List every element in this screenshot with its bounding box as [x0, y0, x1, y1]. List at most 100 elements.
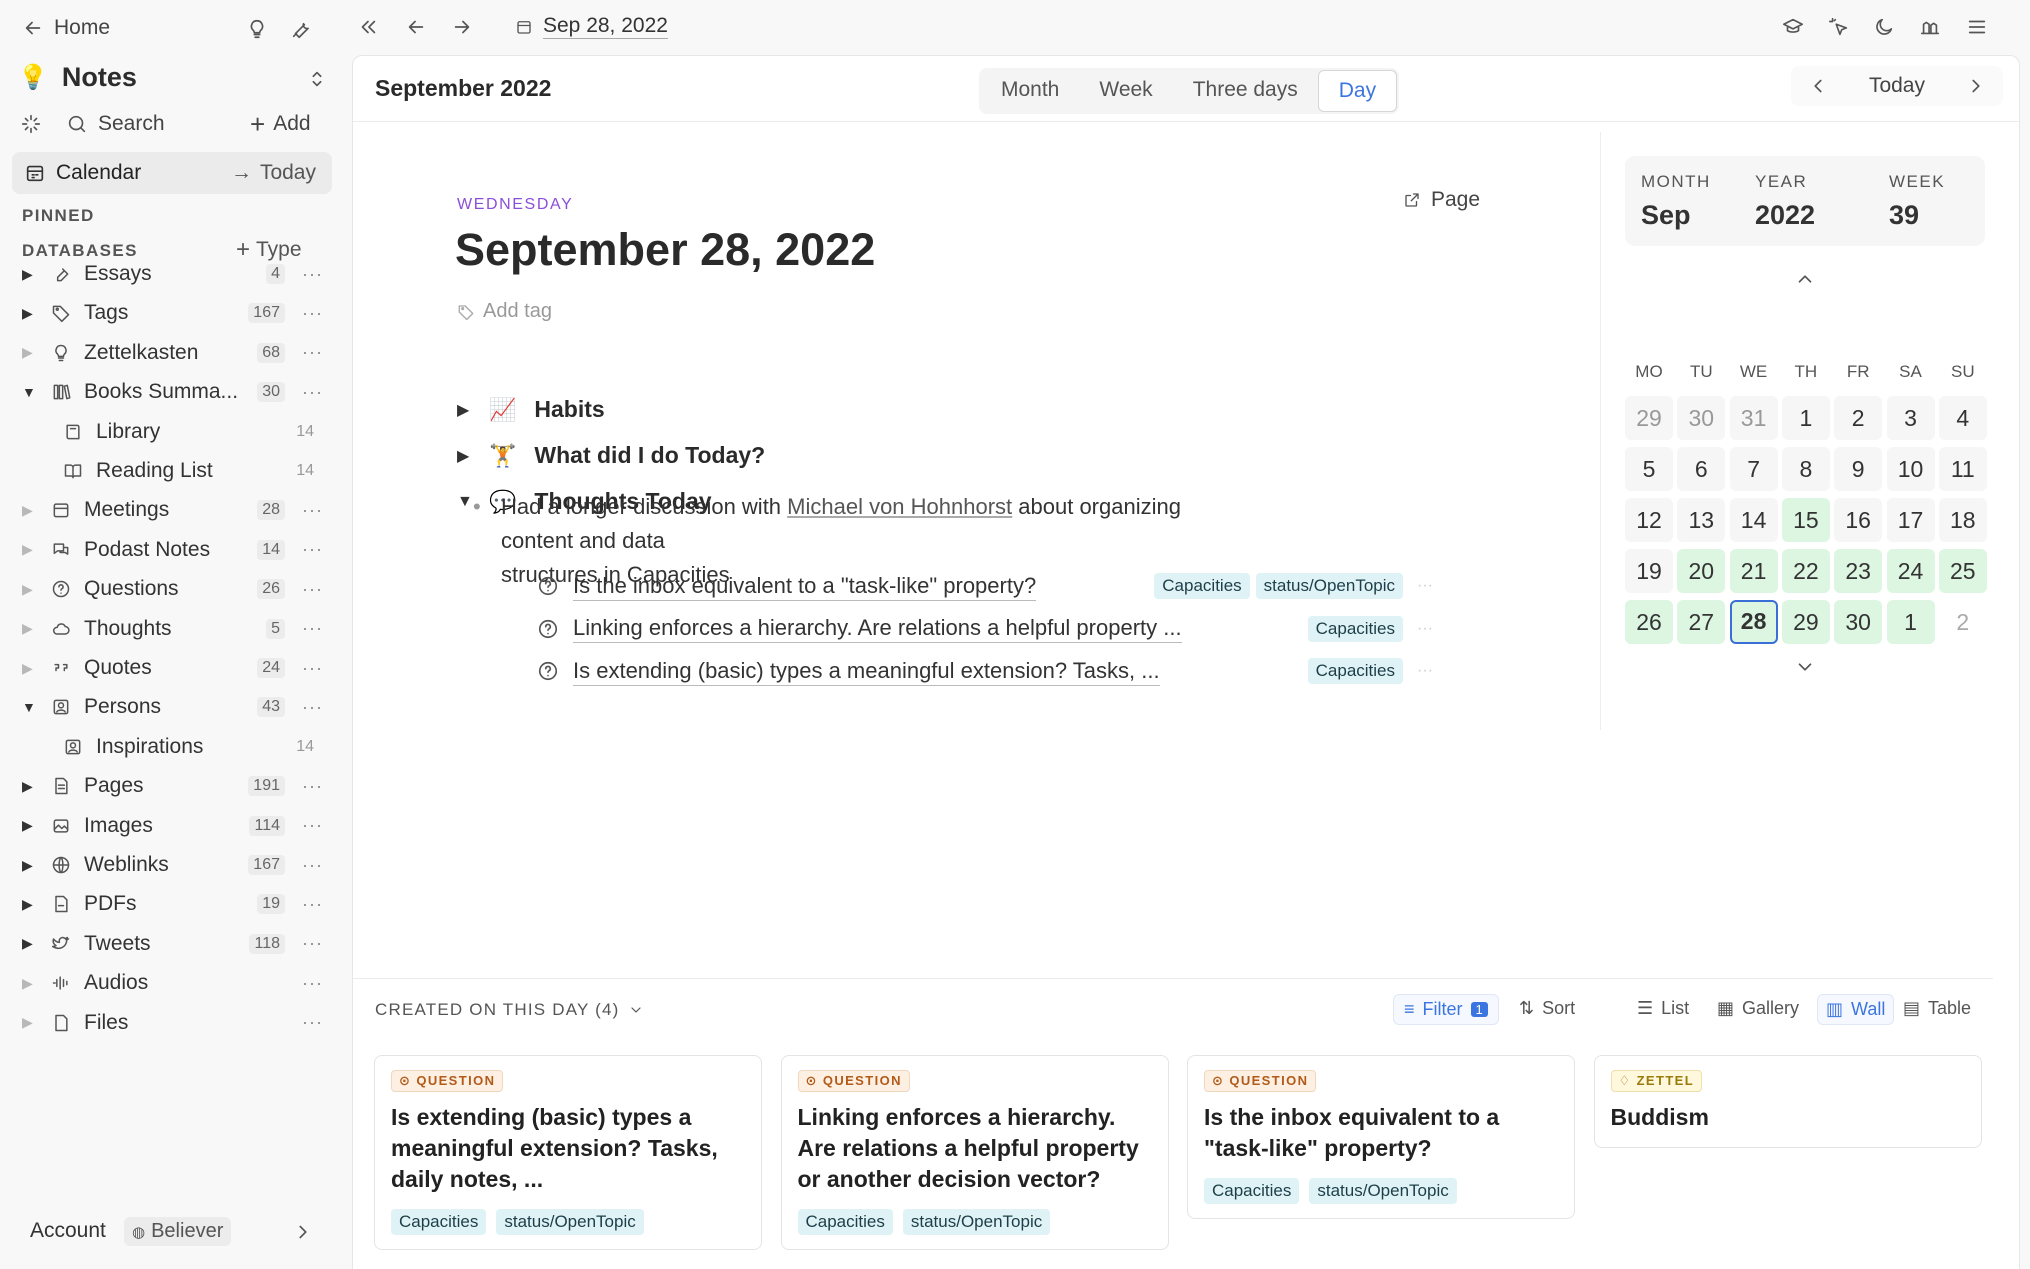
caret-right-icon[interactable]: ▶	[22, 581, 38, 598]
calendar-day[interactable]: 27	[1677, 600, 1726, 644]
calendar-day[interactable]: 11	[1938, 447, 1987, 491]
more-icon[interactable]: ···	[302, 382, 323, 403]
caret-right-icon[interactable]: ▶	[22, 344, 38, 361]
sidebar-item-meetings[interactable]: ▶ Meetings 28 ···	[0, 491, 349, 529]
calendar-day[interactable]: 13	[1677, 498, 1726, 542]
sparkle-icon[interactable]	[20, 113, 42, 135]
caret-right-icon[interactable]: ▶	[22, 778, 38, 795]
calendar-day[interactable]: 8	[1781, 447, 1830, 491]
caret-down-icon[interactable]: ▼	[22, 384, 38, 400]
more-icon[interactable]: ···	[302, 815, 323, 836]
sidebar-item-pdfs[interactable]: ▶ PDFs 19 ···	[0, 885, 349, 923]
question-row[interactable]: Is the inbox equivalent to a "task-like"…	[537, 568, 1433, 604]
caret-down-icon[interactable]: ▼	[22, 699, 38, 715]
chevron-right-icon[interactable]	[1965, 75, 1987, 97]
calendar-day[interactable]: 31	[1729, 396, 1778, 440]
sidebar-item-tweets[interactable]: ▶ Tweets 118 ···	[0, 925, 349, 963]
calendar-day[interactable]: 3	[1886, 396, 1935, 440]
caret-right-icon[interactable]: ▶	[22, 975, 38, 992]
sidebar-item-tags[interactable]: ▶ Tags 167 ···	[0, 294, 349, 332]
calendar-day[interactable]: 2	[1834, 396, 1883, 440]
calendar-day[interactable]: 7	[1729, 447, 1778, 491]
chevron-left-icon[interactable]	[1807, 75, 1829, 97]
sidebar-item-calendar[interactable]: Calendar → Today	[12, 152, 332, 194]
sort-button[interactable]: ⇅ Sort	[1519, 998, 1575, 1019]
calendar-day[interactable]: 22	[1781, 549, 1830, 593]
sidebar-item-quotes[interactable]: ▶ Quotes 24 ···	[0, 649, 349, 687]
caret-right-icon[interactable]: ▶	[22, 305, 38, 322]
tag-chip[interactable]: Capacities	[1307, 658, 1404, 684]
more-icon[interactable]: ···	[302, 697, 323, 718]
go-today-link[interactable]: → Today	[231, 161, 316, 185]
sidebar-item-library[interactable]: Library 14	[0, 413, 349, 451]
chevron-right-icon[interactable]	[292, 1221, 314, 1243]
account-label[interactable]: Account	[30, 1219, 106, 1243]
calendar-day[interactable]: 1	[1781, 396, 1830, 440]
lightbulb-icon[interactable]	[246, 18, 268, 40]
calendar-day[interactable]: 12	[1625, 498, 1673, 542]
calendar-day[interactable]: 4	[1938, 396, 1987, 440]
calendar-day[interactable]: 19	[1625, 549, 1673, 593]
calendar-day[interactable]: 29	[1781, 600, 1830, 644]
more-icon[interactable]: ···	[302, 264, 323, 285]
person-link[interactable]: Michael von Hohnhorst	[787, 494, 1012, 519]
caret-down-icon[interactable]: ▼	[457, 493, 473, 511]
moon-icon[interactable]	[1873, 16, 1895, 38]
add-tag-button[interactable]: Add tag	[457, 300, 552, 323]
wrench-icon[interactable]	[290, 18, 312, 40]
caret-right-icon[interactable]: ▶	[457, 446, 471, 466]
more-icon[interactable]: ···	[302, 579, 323, 600]
back-arrow-icon[interactable]	[405, 16, 427, 38]
week-value[interactable]: 39	[1889, 200, 1945, 231]
sidebar-item-zettelkasten[interactable]: ▶ Zettelkasten 68 ···	[0, 334, 349, 372]
view-three-days[interactable]: Three days	[1173, 70, 1318, 112]
sidebar-item-files[interactable]: ▶ Files ···	[0, 1004, 349, 1042]
more-icon[interactable]: ···	[302, 303, 323, 324]
more-icon[interactable]: ···	[302, 894, 323, 915]
more-icon[interactable]: ···	[302, 539, 323, 560]
view-list[interactable]: ☰ List	[1637, 998, 1689, 1019]
calendar-day[interactable]: 5	[1625, 447, 1673, 491]
space-switcher[interactable]: 💡 Notes	[18, 62, 137, 93]
cursor-click-icon[interactable]	[1828, 16, 1850, 38]
more-icon[interactable]: ···	[302, 658, 323, 679]
object-card[interactable]: ⊙ QUESTION Is extending (basic) types a m…	[374, 1055, 762, 1250]
calendar-day[interactable]: 25	[1938, 549, 1987, 593]
sidebar-item-inspirations[interactable]: Inspirations 14	[0, 728, 349, 766]
caret-right-icon[interactable]: ▶	[22, 857, 38, 874]
question-link[interactable]: Linking enforces a hierarchy. Are relati…	[573, 614, 1182, 643]
question-link[interactable]: Is the inbox equivalent to a "task-like"…	[573, 572, 1037, 601]
sidebar-item-essays[interactable]: ▶ Essays 4 ···	[0, 255, 349, 293]
calendar-day[interactable]: 21	[1729, 549, 1778, 593]
caret-right-icon[interactable]: ▶	[22, 502, 38, 519]
plan-badge[interactable]: ◍ Believer	[124, 1217, 232, 1246]
caret-right-icon[interactable]: ▶	[22, 935, 38, 952]
object-card[interactable]: ⊙ QUESTION Is the inbox equivalent to a "…	[1187, 1055, 1575, 1219]
sidebar-item-pages[interactable]: ▶ Pages 191 ···	[0, 767, 349, 805]
tag-chip[interactable]: Capacities	[1204, 1178, 1300, 1204]
add-button[interactable]: + Add	[250, 111, 311, 137]
chevron-up-icon[interactable]	[1794, 268, 1816, 290]
calendar-day[interactable]: 14	[1729, 498, 1778, 542]
calendar-day[interactable]: 18	[1938, 498, 1987, 542]
chevron-updown-icon[interactable]	[306, 68, 328, 90]
sidebar-item-podast-notes[interactable]: ▶ Podast Notes 14 ···	[0, 531, 349, 569]
section-toggle[interactable]: ▶ 🏋 What did I do Today?	[457, 442, 765, 469]
more-icon[interactable]: ···	[1417, 620, 1433, 638]
more-icon[interactable]: ···	[302, 342, 323, 363]
sidebar-item-thoughts[interactable]: ▶ Thoughts 5 ···	[0, 610, 349, 648]
section-toggle[interactable]: ▶ 📈 Habits	[457, 396, 605, 423]
calendar-day[interactable]: 30	[1677, 396, 1726, 440]
calendar-day[interactable]: 24	[1886, 549, 1935, 593]
caret-right-icon[interactable]: ▶	[457, 400, 471, 420]
tag-chip[interactable]: Capacities	[1307, 615, 1404, 642]
caret-right-icon[interactable]: ▶	[22, 541, 38, 558]
calendar-day[interactable]: 16	[1834, 498, 1883, 542]
breadcrumb[interactable]: Sep 28, 2022	[515, 14, 668, 39]
sidebar-item-images[interactable]: ▶ Images 114 ···	[0, 807, 349, 845]
caret-right-icon[interactable]: ▶	[22, 896, 38, 913]
more-icon[interactable]: ···	[1417, 577, 1433, 595]
calendar-day[interactable]: 10	[1886, 447, 1935, 491]
chevron-down-icon[interactable]	[1794, 656, 1816, 678]
sidebar-item-questions[interactable]: ▶ Questions 26 ···	[0, 570, 349, 608]
